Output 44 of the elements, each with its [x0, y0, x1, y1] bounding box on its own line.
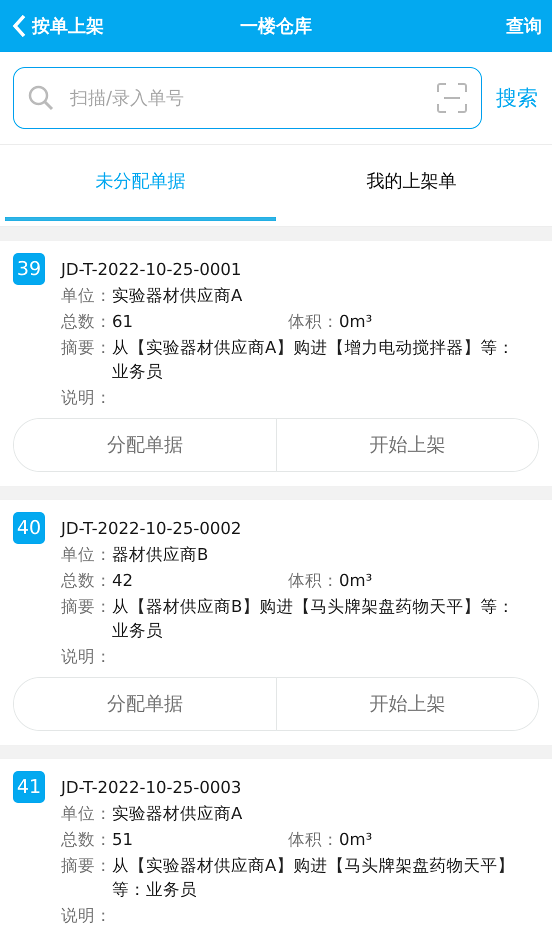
field-label: 体积：: [288, 570, 339, 592]
index-badge: 39: [13, 253, 45, 285]
document-number: JD-T-2022-10-25-0003: [61, 778, 242, 796]
field-label: 说明：: [61, 905, 112, 927]
field-label: 摘要：: [61, 596, 112, 618]
field-label: 单位：: [61, 285, 112, 307]
field-value: 0m³: [339, 311, 374, 333]
search-button[interactable]: 搜索: [496, 84, 538, 112]
document-number: JD-T-2022-10-25-0001: [61, 260, 242, 278]
field-label: 说明：: [61, 646, 112, 668]
field-value: 实验器材供应商A: [112, 285, 244, 307]
field-value: 从【实验器材供应商A】购进【增力电动搅拌器】等：业务员: [112, 337, 515, 383]
field-value: 从【实验器材供应商A】购进【马头牌架盘药物天平】等：业务员: [112, 855, 515, 901]
action-button[interactable]: 开始上架: [276, 678, 538, 730]
field-value: 0m³: [339, 570, 374, 592]
scan-icon[interactable]: [436, 82, 468, 114]
field-value: 0m³: [339, 829, 374, 851]
field-label: 总数：: [61, 311, 112, 333]
tab[interactable]: 我的上架单: [276, 145, 547, 221]
field-label: 说明：: [61, 387, 112, 409]
document-number: JD-T-2022-10-25-0002: [61, 518, 242, 538]
field-value: 61: [112, 311, 134, 333]
back-button[interactable]: 按单上架: [12, 14, 104, 38]
field-label: 体积：: [288, 311, 339, 333]
field-label: 摘要：: [61, 855, 112, 877]
action-button[interactable]: 开始上架: [276, 419, 538, 471]
field-label: 总数：: [61, 829, 112, 851]
tab[interactable]: 未分配单据: [5, 145, 276, 221]
field-value: 实验器材供应商A: [112, 803, 244, 825]
page-title: 一楼仓库: [240, 16, 312, 37]
field-value: 42: [112, 570, 134, 592]
field-value: 从【器材供应商B】购进【马头牌架盘药物天平】等：业务员: [112, 596, 515, 642]
index-badge: 40: [13, 512, 45, 544]
field-label: 体积：: [288, 829, 339, 851]
search-field[interactable]: 扫描/录入单号: [13, 67, 482, 129]
field-value: 51: [112, 829, 134, 851]
query-button[interactable]: 查询: [506, 14, 542, 38]
field-label: 单位：: [61, 544, 112, 566]
back-icon: [12, 14, 26, 38]
field-value: 器材供应商B: [112, 544, 210, 566]
field-label: 总数：: [61, 570, 112, 592]
field-label: 单位：: [61, 803, 112, 825]
index-badge: 41: [13, 771, 45, 803]
field-label: 摘要：: [61, 337, 112, 359]
